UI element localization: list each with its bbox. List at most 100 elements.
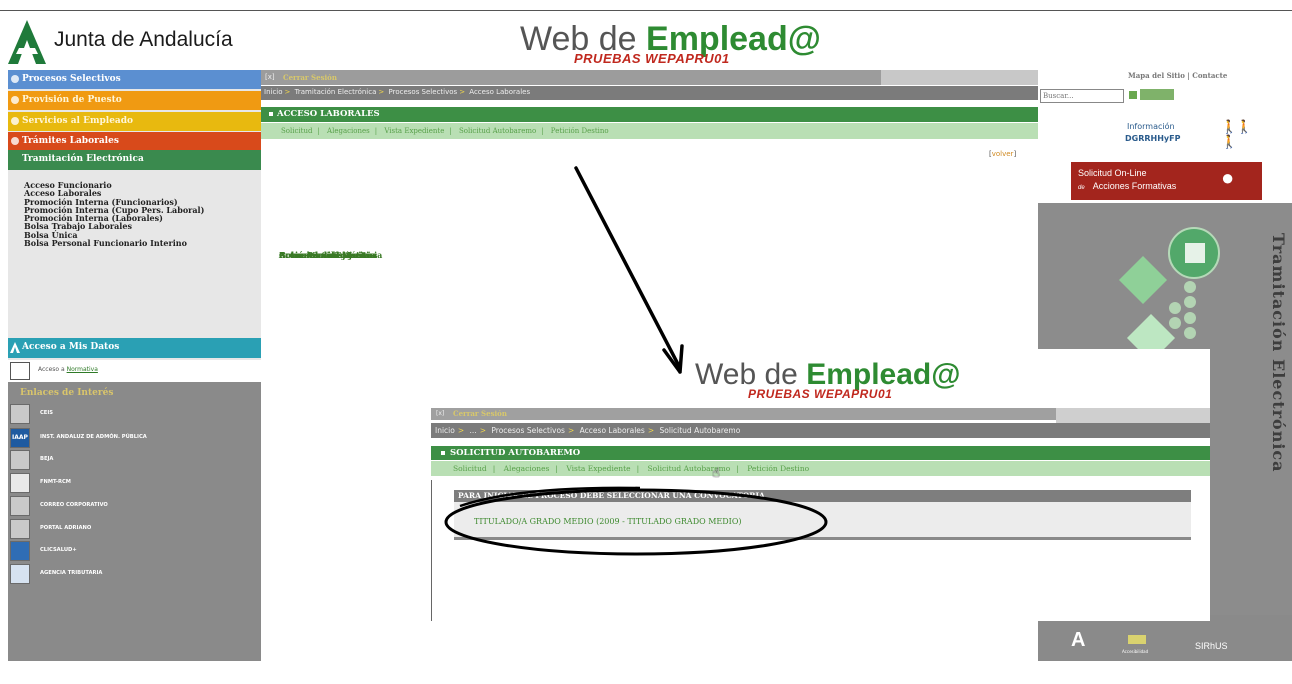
enlace-iaap[interactable]: IAAP INST. ANDALUZ DE ADMÓN. PÚBLICA (8, 428, 261, 448)
zoomed-screenshot-overlay: Web de Emplead@ PRUEBAS WEPAPRU01 [x] Ce… (431, 349, 1210, 621)
provision-icon (11, 96, 19, 104)
fnmt-icon (10, 473, 30, 493)
tab-solicitud-autobaremo[interactable]: Solicitud Autobaremo (459, 127, 536, 135)
junta-logo[interactable]: Junta de Andalucía (8, 20, 238, 64)
info-line-2: DGRRHHyFP (1125, 134, 1181, 143)
sirhus-link[interactable]: SIRhUS (1195, 641, 1228, 651)
search-input[interactable] (1040, 89, 1124, 103)
tab-alegaciones[interactable]: Alegaciones (327, 127, 370, 135)
enlace-agencia[interactable]: AGENCIA TRIBUTARIA (8, 564, 261, 584)
normativa-link[interactable]: Normativa (67, 366, 98, 373)
decorative-diamond-icon (1118, 255, 1168, 305)
convocatoria-link[interactable]: TITULADO/A GRADO MEDIO (2009 - TITULADO … (474, 517, 742, 526)
servicios-icon (11, 117, 19, 125)
enlace-label: PORTAL ADRIANO (40, 525, 92, 531)
search-go-icon[interactable] (1129, 91, 1137, 99)
enlace-portal[interactable]: PORTAL ADRIANO (8, 519, 261, 539)
sidebar-item-servicios-al-empleado[interactable]: Servicios al Empleado (8, 112, 261, 131)
tab-solicitud[interactable]: Solicitud (453, 464, 487, 473)
convocatoria-table-header: PARA INICIAR EL PROCESO DEBE SELECCIONAR… (454, 490, 1191, 502)
sidebar-item-label: Servicios al Empleado (22, 116, 134, 126)
tab-peticion-destino[interactable]: Petición Destino (747, 464, 809, 473)
junta-footer-logo-icon[interactable]: A (1071, 629, 1085, 652)
decorative-dot-icon (1169, 302, 1181, 314)
section-title: ACCESO LABORALES (277, 109, 380, 119)
close-icon[interactable]: [x] (436, 410, 444, 417)
section-header: ACCESO LABORALES (261, 107, 1038, 122)
tab-vista-expediente[interactable]: Vista Expediente (566, 464, 630, 473)
enlace-label: INST. ANDALUZ DE ADMÓN. PÚBLICA (40, 434, 147, 440)
contacte-link[interactable]: Contacte (1192, 71, 1227, 80)
solicitud-online-banner[interactable]: Solicitud On-Line de Acciones Formativas … (1071, 162, 1262, 200)
mapa-del-sitio-link[interactable]: Mapa del Sitio (1128, 71, 1185, 80)
enlace-ceis[interactable]: CEIS (8, 404, 261, 424)
breadcrumb-item[interactable]: Inicio (264, 88, 283, 96)
sidebar-link[interactable]: Procesos Selectivos (279, 251, 1056, 260)
acceso-checkbox[interactable] (10, 362, 30, 380)
informacion-dgrrhhyfp-banner[interactable]: Información DGRRHHyFP 🚶🚶🚶 (1073, 110, 1261, 157)
tab-separator: | (555, 464, 558, 473)
overlay-cerrar-sesion-link[interactable]: Cerrar Sesión (453, 409, 507, 418)
sidebar-item-tramitacion-electronica[interactable]: Tramitación Electrónica (8, 150, 261, 170)
tab-separator: | (492, 464, 496, 473)
overlay-tab-bar: Solicitud | Alegaciones | Vista Expediente… (431, 461, 1210, 476)
overlay-edge (431, 480, 432, 621)
sidebar-item-procesos-selectivos[interactable]: Procesos Selectivos (8, 70, 261, 89)
solicitud-de: de (1078, 185, 1085, 191)
decorative-dot-icon (1184, 281, 1196, 293)
breadcrumb-item[interactable]: Procesos Selectivos (389, 88, 458, 96)
mouse-cursor-icon: ☝ (712, 466, 720, 481)
sidebar-sublink[interactable]: Bolsa Personal Funcionario Interino (18, 239, 258, 248)
tab-vista-expediente[interactable]: Vista Expediente (384, 127, 444, 135)
accesibilidad-label[interactable]: Accesibilidad (1122, 649, 1148, 654)
breadcrumb-separator-icon: > (567, 426, 575, 435)
sidebar-item-provision-de-puesto[interactable]: Provisión de Puesto (8, 91, 261, 110)
sidebar-item-label: Provisión de Puesto (22, 95, 122, 105)
sidebar-item-tramites-laborales[interactable]: Trámites Laborales (8, 132, 261, 151)
footer-right: A Accesibilidad SIRhUS (1038, 615, 1292, 661)
breadcrumb-separator-icon: > (647, 426, 655, 435)
bullet-icon (441, 450, 445, 455)
acceso-text: Acceso a (38, 366, 65, 373)
site-subtitle: PRUEBAS WEPAPRU01 (574, 51, 730, 66)
search-button[interactable] (1140, 89, 1174, 100)
tab-alegaciones[interactable]: Alegaciones (504, 464, 550, 473)
tab-separator: | (317, 127, 320, 135)
accesibilidad-icon[interactable] (1128, 635, 1146, 644)
overlay-session-bar: [x] Cerrar Sesión (431, 408, 1210, 432)
overlay-section-title: SOLICITUD AUTOBAREMO (450, 448, 581, 458)
cerrar-sesion-link[interactable]: Cerrar Sesión (283, 73, 337, 82)
breadcrumb-item[interactable]: Procesos Selectivos (491, 426, 565, 435)
breadcrumb-item: Solicitud Autobaremo (659, 426, 741, 435)
breadcrumb-item[interactable]: ... (470, 426, 477, 435)
breadcrumb-item[interactable]: Tramitación Electrónica (295, 88, 377, 96)
overlay-section-header: SOLICITUD AUTOBAREMO (431, 446, 1210, 460)
enlace-fnmt[interactable]: FNMT-RCM (8, 473, 261, 493)
breadcrumb-item[interactable]: Inicio (435, 426, 455, 435)
close-icon[interactable]: [x] (265, 73, 275, 81)
breadcrumb-separator-icon: > (479, 426, 486, 435)
info-line-1: Información (1127, 122, 1175, 131)
junta-a-icon (8, 20, 46, 64)
breadcrumb-separator-icon: > (459, 88, 466, 96)
iaap-icon: IAAP (10, 428, 30, 448)
correo-icon (10, 496, 30, 516)
breadcrumb-item[interactable]: Acceso Laborales (580, 426, 645, 435)
tab-solicitud[interactable]: Solicitud (281, 127, 312, 135)
junta-a-small-icon (10, 342, 20, 353)
tab-peticion-destino[interactable]: Petición Destino (551, 127, 609, 135)
volver-link[interactable]: [volver] (989, 150, 1016, 158)
solicitud-acciones: Acciones Formativas (1092, 181, 1177, 191)
enlace-clicsalud[interactable]: CLICSALUD+ (8, 541, 261, 561)
enlaces-de-interes: Enlaces de Interés CEIS IAAP INST. ANDALU… (8, 382, 261, 661)
sidebar-item-acceso-mis-datos[interactable]: Acceso a Mis Datos (8, 338, 261, 358)
acceso-label: Acceso a Normativa (38, 366, 98, 373)
decorative-dot-icon (1184, 327, 1196, 339)
vertical-title: Tramitación Electrónica (1269, 233, 1288, 473)
enlace-beja[interactable]: BEJA (8, 450, 261, 470)
breadcrumb-separator-icon: > (378, 88, 385, 96)
sidebar-links: Acción Social Acción Social Justicia Act… (18, 181, 382, 260)
tab-separator: | (736, 464, 739, 473)
overlay-breadcrumb: Inicio > ... > Procesos Selectivos > Acceso… (431, 423, 1210, 438)
enlace-correo[interactable]: CORREO CORPORATIVO (8, 496, 261, 516)
